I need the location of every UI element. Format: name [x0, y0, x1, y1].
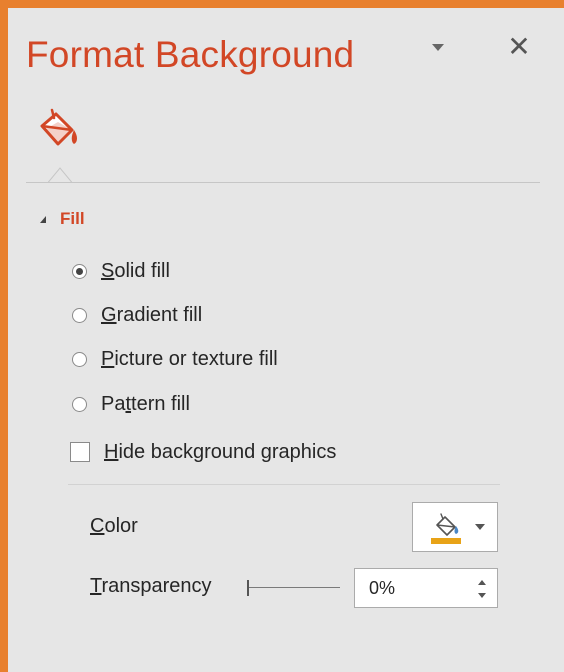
gradient-fill-radio[interactable] — [72, 307, 87, 323]
spin-up-icon[interactable] — [475, 577, 489, 589]
gradient-fill-label: Gradient fill — [101, 303, 203, 326]
pane-title: Format Background — [26, 34, 355, 75]
pattern-fill-label: Pattern fill — [101, 392, 190, 415]
collapse-triangle-icon — [40, 215, 46, 223]
chevron-down-icon — [432, 44, 444, 51]
color-label: Color — [90, 515, 138, 537]
pattern-fill-option[interactable]: Pattern fill — [72, 391, 190, 417]
slider-thumb[interactable] — [247, 580, 249, 596]
picture-texture-fill-radio[interactable] — [72, 351, 87, 367]
solid-fill-radio[interactable] — [72, 263, 87, 279]
close-icon: ✕ — [507, 30, 531, 63]
pattern-fill-radio[interactable] — [72, 396, 87, 412]
tab-selection-notch — [48, 167, 72, 183]
format-background-pane: Format Background ✕ Fill Solid fill Grad… — [8, 8, 564, 672]
transparency-label: Transparency — [90, 575, 212, 597]
fill-section-header[interactable]: Fill — [40, 208, 85, 230]
options-divider — [68, 484, 500, 485]
hide-background-graphics-checkbox[interactable] — [70, 442, 90, 462]
solid-fill-option[interactable]: Solid fill — [72, 258, 170, 284]
task-pane-options-button[interactable] — [428, 36, 452, 60]
paint-bucket-icon — [431, 513, 461, 544]
close-button[interactable]: ✕ — [506, 33, 532, 61]
hide-background-graphics-label: Hide background graphics — [104, 440, 337, 463]
color-swatch-bar — [431, 538, 461, 544]
gradient-fill-option[interactable]: Gradient fill — [72, 302, 202, 328]
hide-background-graphics-option[interactable]: Hide background graphics — [70, 438, 336, 466]
fill-color-button[interactable] — [412, 502, 498, 552]
picture-texture-fill-label: Picture or texture fill — [101, 347, 278, 370]
chevron-down-icon — [475, 524, 485, 530]
tab-fill[interactable] — [32, 104, 84, 154]
spin-down-icon[interactable] — [475, 591, 489, 603]
transparency-slider[interactable] — [244, 576, 344, 600]
transparency-spinbox[interactable]: 0% — [354, 568, 498, 608]
picture-texture-fill-option[interactable]: Picture or texture fill — [72, 346, 278, 372]
transparency-value[interactable]: 0% — [369, 578, 395, 599]
fill-section-label: Fill — [60, 209, 85, 228]
solid-fill-label: Solid fill — [101, 259, 170, 282]
slider-track — [248, 587, 340, 588]
tab-divider — [26, 182, 540, 183]
paint-bucket-icon — [40, 108, 77, 146]
